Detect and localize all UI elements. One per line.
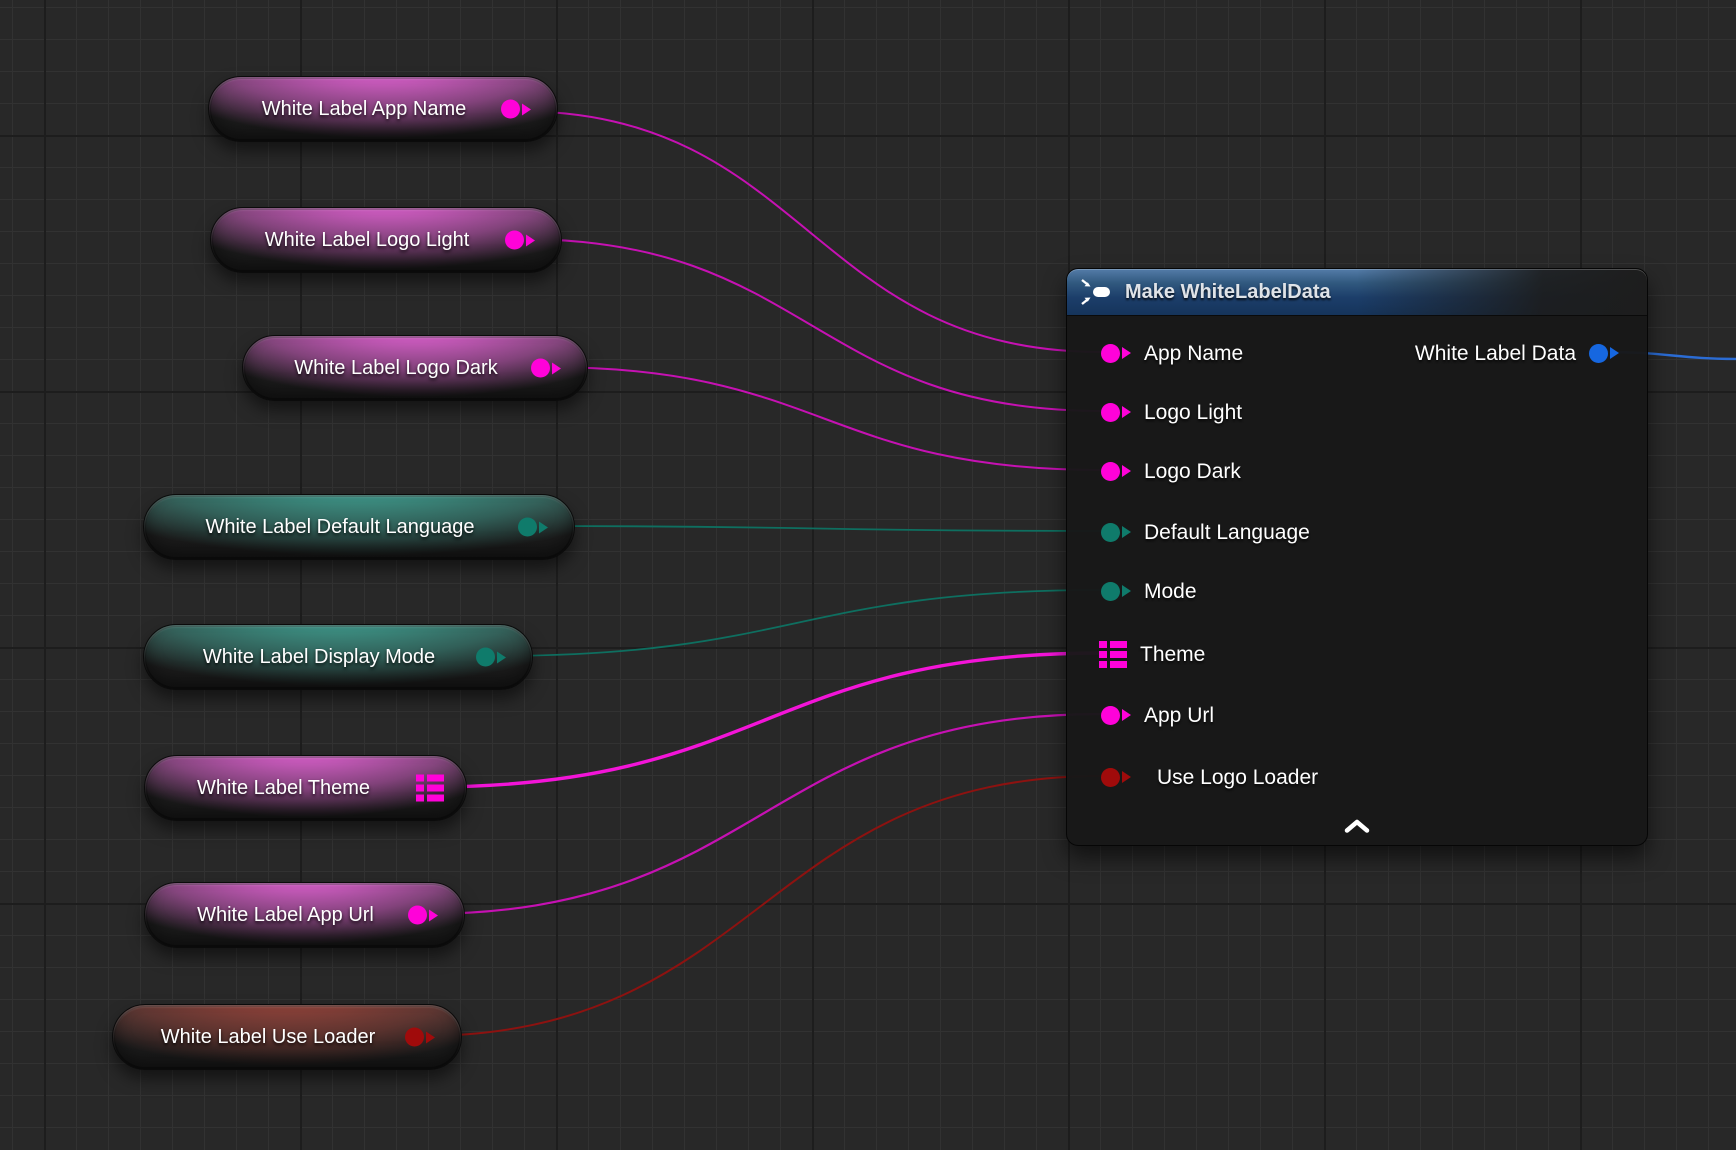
output-pin-white-label-data[interactable] — [1589, 344, 1619, 363]
wire-white-label-logo-light-to-logo-light[interactable] — [520, 239, 1102, 411]
output-pin-string[interactable] — [501, 100, 531, 119]
struct-grid-icon — [1099, 641, 1127, 668]
pin-wedge-icon — [1610, 347, 1619, 359]
input-row-use-logo-loader: Use Logo Loader — [1067, 760, 1318, 794]
wire-white-label-display-mode-to-mode[interactable] — [491, 590, 1102, 656]
input-pin-mode[interactable] — [1101, 582, 1131, 601]
var-node-white-label-default-language[interactable]: White Label Default Language — [143, 494, 575, 560]
var-node-white-label-app-name[interactable]: White Label App Name — [208, 76, 558, 142]
chevron-up-icon — [1342, 819, 1372, 833]
input-pin-use-logo-loader[interactable] — [1101, 768, 1131, 787]
output-pin-struct-theme[interactable] — [416, 775, 444, 802]
output-pin-string[interactable] — [505, 231, 535, 250]
var-node-label: White Label App Url — [171, 905, 438, 925]
pin-label: Default Language — [1144, 522, 1310, 543]
input-pin-default-language[interactable] — [1101, 523, 1131, 542]
output-pin-bool[interactable] — [405, 1028, 435, 1047]
pin-dot — [1101, 706, 1120, 725]
pin-label: White Label Data — [1415, 343, 1576, 364]
var-node-white-label-theme[interactable]: White Label Theme — [144, 755, 467, 821]
var-node-white-label-app-url[interactable]: White Label App Url — [144, 882, 465, 948]
input-pin-logo-dark[interactable] — [1101, 462, 1131, 481]
var-node-label: White Label Theme — [171, 778, 440, 798]
pin-wedge-icon — [1122, 585, 1131, 597]
input-row-theme: Theme — [1067, 637, 1205, 671]
pin-label: Logo Light — [1144, 402, 1242, 423]
pin-wedge-icon — [1122, 406, 1131, 418]
pin-label: Logo Dark — [1144, 461, 1241, 482]
output-pin-enum[interactable] — [518, 518, 548, 537]
var-node-label: White Label Logo Light — [239, 230, 534, 250]
var-node-white-label-use-loader[interactable]: White Label Use Loader — [112, 1004, 462, 1070]
wire-white-label-logo-dark-to-logo-dark[interactable] — [546, 367, 1102, 470]
blueprint-graph-canvas[interactable]: White Label App Name White Label Logo Li… — [0, 0, 1736, 1150]
pin-wedge-icon — [1122, 526, 1131, 538]
pin-wedge-icon — [497, 651, 506, 663]
pin-label: App Url — [1144, 705, 1214, 726]
pin-dot — [476, 648, 495, 667]
pin-wedge-icon — [1122, 347, 1131, 359]
pin-dot — [505, 231, 524, 250]
pin-wedge-icon — [539, 521, 548, 533]
input-row-logo-dark: Logo Dark — [1067, 454, 1241, 488]
output-pin-string[interactable] — [408, 906, 438, 925]
input-row-logo-light: Logo Light — [1067, 395, 1242, 429]
pin-wedge-icon — [1122, 465, 1131, 477]
node-title: Make WhiteLabelData — [1125, 281, 1331, 304]
var-node-label: White Label App Name — [236, 99, 531, 119]
pin-dot — [531, 359, 550, 378]
pin-wedge-icon — [526, 234, 535, 246]
pin-dot — [1101, 462, 1120, 481]
pin-wedge-icon — [522, 103, 531, 115]
input-row-default-language: Default Language — [1067, 515, 1310, 549]
wire-white-label-default-language-to-default-language[interactable] — [533, 526, 1102, 531]
pin-label: App Name — [1144, 343, 1243, 364]
var-node-label: White Label Display Mode — [177, 647, 499, 667]
pin-dot — [501, 100, 520, 119]
pin-wedge-icon — [552, 362, 561, 374]
var-node-label: White Label Use Loader — [135, 1027, 440, 1047]
wire-white-label-app-url-to-app-url[interactable] — [423, 714, 1102, 914]
pin-dot — [1101, 523, 1120, 542]
input-pin-logo-light[interactable] — [1101, 403, 1131, 422]
pin-wedge-icon — [1122, 709, 1131, 721]
input-row-app-url: App Url — [1067, 698, 1214, 732]
pin-dot — [405, 1028, 424, 1047]
collapse-node-button[interactable] — [1335, 815, 1379, 837]
pin-label: Use Logo Loader — [1157, 767, 1318, 788]
var-node-white-label-logo-dark[interactable]: White Label Logo Dark — [242, 335, 588, 401]
input-pin-app-url[interactable] — [1101, 706, 1131, 725]
pin-wedge-icon — [426, 1031, 435, 1043]
pin-dot — [408, 906, 427, 925]
pin-dot — [1101, 582, 1120, 601]
wire-white-label-app-name-to-app-name[interactable] — [516, 111, 1102, 352]
input-row-app-name: App Name — [1067, 336, 1243, 370]
input-row-mode: Mode — [1067, 574, 1197, 608]
pin-wedge-icon — [1122, 771, 1131, 783]
var-node-white-label-display-mode[interactable]: White Label Display Mode — [143, 624, 533, 690]
pin-wedge-icon — [429, 909, 438, 921]
var-node-white-label-logo-light[interactable]: White Label Logo Light — [210, 207, 562, 273]
input-pin-app-name[interactable] — [1101, 344, 1131, 363]
struct-grid-icon — [416, 775, 444, 802]
output-pin-enum[interactable] — [476, 648, 506, 667]
pin-dot — [1101, 344, 1120, 363]
pin-label: Theme — [1140, 644, 1205, 665]
make-struct-icon — [1081, 279, 1113, 305]
pin-dot — [518, 518, 537, 537]
pin-dot — [1101, 768, 1120, 787]
make-whitelabeldata-node[interactable]: Make WhiteLabelData App Name Logo Light … — [1066, 268, 1648, 846]
var-node-label: White Label Logo Dark — [268, 358, 561, 378]
node-header[interactable]: Make WhiteLabelData — [1067, 269, 1647, 315]
input-pin-theme[interactable] — [1099, 641, 1127, 668]
pin-dot — [1101, 403, 1120, 422]
output-pin-string[interactable] — [531, 359, 561, 378]
pin-dot — [1589, 344, 1608, 363]
output-row-white-label-data: White Label Data — [1415, 336, 1647, 370]
pin-label: Mode — [1144, 581, 1197, 602]
var-node-label: White Label Default Language — [179, 517, 538, 537]
